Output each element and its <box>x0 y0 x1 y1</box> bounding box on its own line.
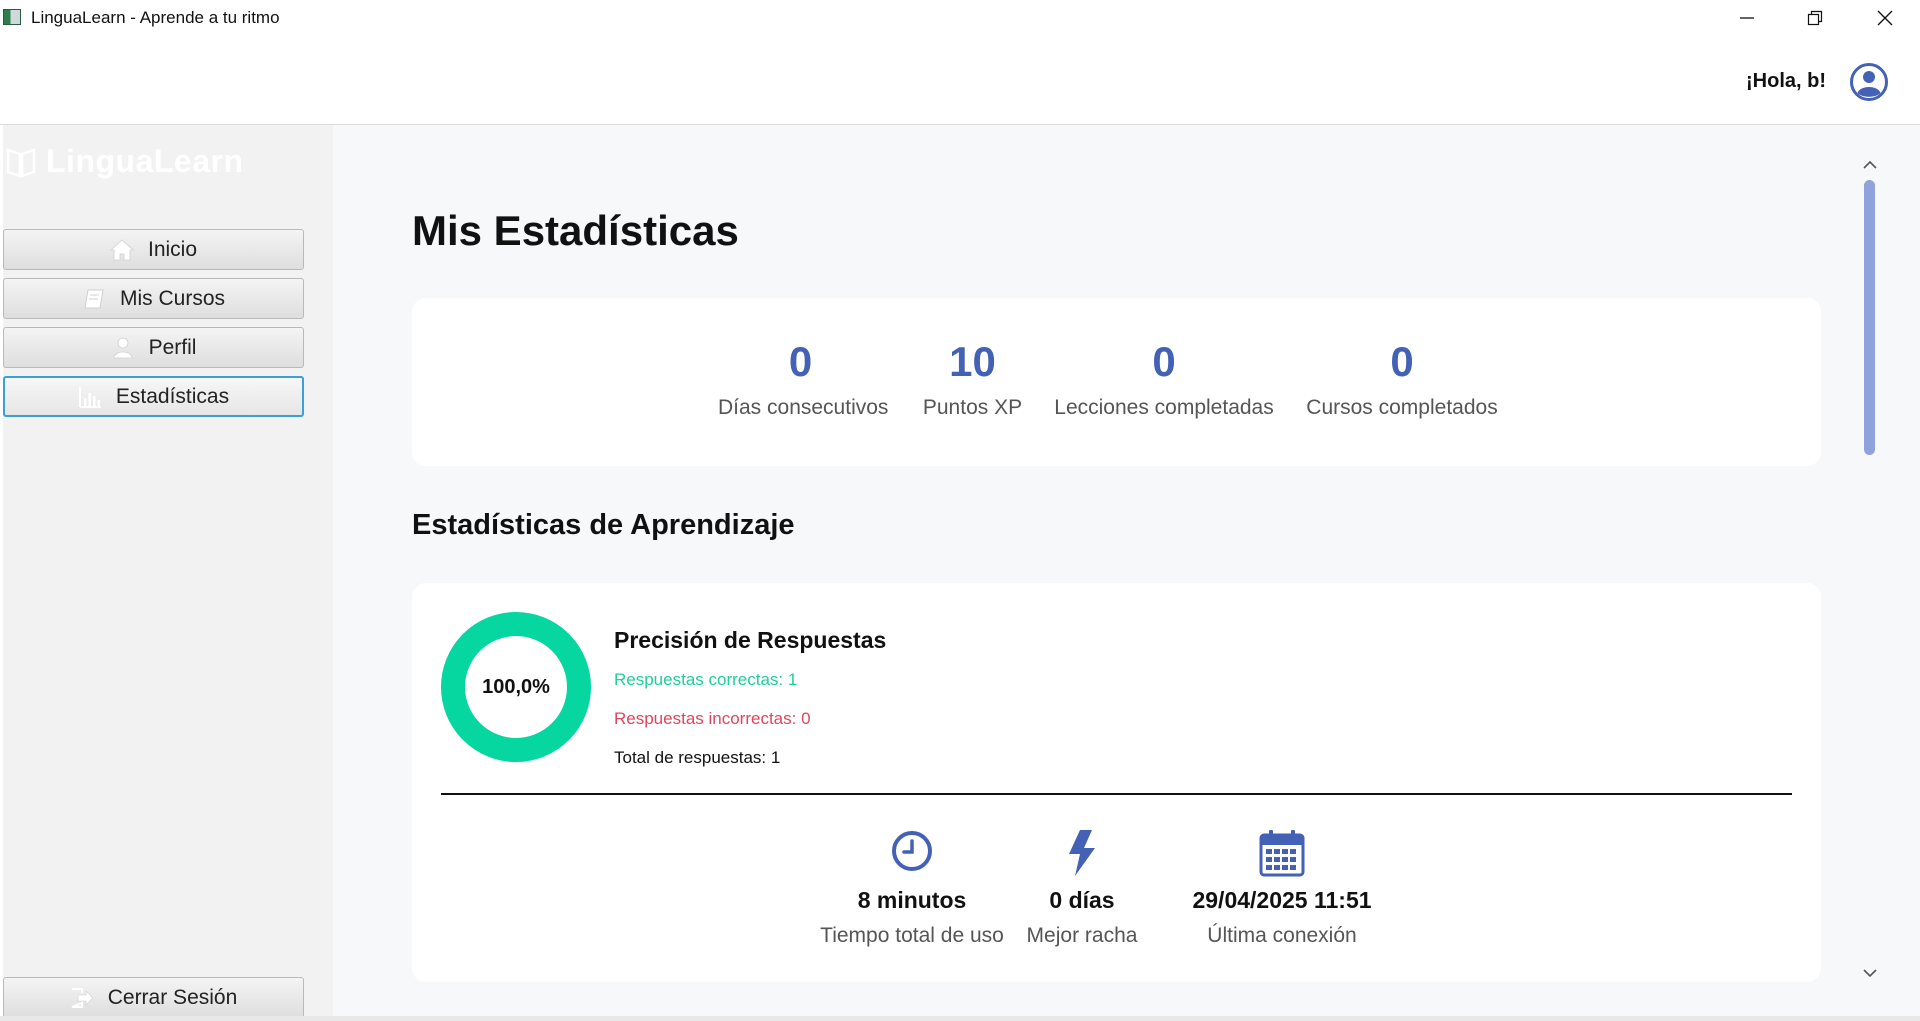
bottom-edge <box>0 1016 1920 1021</box>
scroll-down-button[interactable] <box>1860 965 1880 981</box>
stat-value: 0 <box>788 338 813 385</box>
stat-lecciones-completadas: 0 Lecciones completadas <box>1054 338 1274 420</box>
stat-value: 0 <box>1390 338 1414 385</box>
stat-label: Puntos XP <box>922 396 1023 419</box>
stat-label: Días consecutivos <box>718 396 889 419</box>
brand-logo: LinguaLearn <box>6 143 244 180</box>
metric-value: 8 minutos <box>857 887 967 913</box>
restore-icon <box>1807 10 1823 26</box>
book-icon <box>84 289 104 308</box>
stat-value: 0 <box>1152 338 1176 385</box>
sidebar-item-mis-cursos[interactable]: Mis Cursos <box>3 278 304 319</box>
metric-value: 0 días <box>1049 887 1115 913</box>
logout-button[interactable]: Cerrar Sesión <box>3 977 304 1018</box>
metric-label: Mejor racha <box>1026 924 1138 947</box>
home-icon <box>109 238 134 260</box>
metric-ultima-conexion: 29/04/2025 11:51 Última conexión <box>1172 829 1392 948</box>
total-answers: Total de respuestas: 1 <box>614 748 781 767</box>
summary-card: 0 Días consecutivos 10 Puntos XP 0 Lecci… <box>412 298 1821 466</box>
app-header: ¡Hola, b! <box>0 36 1920 125</box>
sidebar-item-label: Perfil <box>148 335 197 359</box>
logout-label: Cerrar Sesión <box>107 985 238 1009</box>
accuracy-percent: 100,0% <box>482 675 550 698</box>
learning-stats-card: 100,0% Precisión de Respuestas Respuesta… <box>412 583 1821 982</box>
metric-label: Tiempo total de uso <box>820 924 1004 947</box>
stat-cursos-completados: 0 Cursos completados <box>1302 338 1502 420</box>
close-button[interactable] <box>1850 0 1920 36</box>
divider <box>441 793 1792 795</box>
sidebar-item-inicio[interactable]: Inicio <box>3 229 304 270</box>
restore-button[interactable] <box>1780 0 1850 36</box>
metric-value: 29/04/2025 11:51 <box>1192 887 1372 913</box>
clock-icon <box>892 831 932 871</box>
stat-dias-consecutivos: 0 Días consecutivos <box>718 338 889 420</box>
minimize-button[interactable] <box>1712 0 1782 36</box>
minimize-icon <box>1740 17 1754 19</box>
lightning-icon <box>1069 830 1095 876</box>
precision-title: Precisión de Respuestas <box>614 627 887 653</box>
sidebar-item-perfil[interactable]: Perfil <box>3 327 304 368</box>
page-title: Mis Estadísticas <box>412 207 739 254</box>
metric-tiempo-total: 8 minutos Tiempo total de uso <box>812 829 1012 948</box>
metric-label: Última conexión <box>1207 924 1357 947</box>
stat-value: 10 <box>949 338 996 385</box>
brand-name: LinguaLearn <box>46 143 244 179</box>
logout-icon <box>71 987 94 1008</box>
close-icon <box>1877 10 1893 26</box>
incorrect-answers: Respuestas incorrectas: 0 <box>614 709 811 728</box>
user-icon <box>113 337 132 358</box>
metric-mejor-racha: 0 días Mejor racha <box>1022 829 1142 948</box>
avatar-icon[interactable] <box>1849 62 1889 102</box>
window-title-bar: LinguaLearn - Aprende a tu ritmo <box>0 0 1920 36</box>
sidebar-item-estadisticas[interactable]: Estadísticas <box>3 376 304 417</box>
stat-label: Cursos completados <box>1306 396 1498 419</box>
correct-answers: Respuestas correctas: 1 <box>614 670 798 689</box>
stat-puntos-xp: 10 Puntos XP <box>910 338 1035 420</box>
scrollbar-thumb[interactable] <box>1864 180 1875 455</box>
main-content: Mis Estadísticas 0 Días consecutivos 10 … <box>333 125 1920 1021</box>
sidebar-item-label: Estadísticas <box>115 384 230 408</box>
scroll-up-button[interactable] <box>1860 157 1880 173</box>
section-title: Estadísticas de Aprendizaje <box>412 509 795 541</box>
calendar-icon <box>1259 830 1305 877</box>
sidebar-item-label: Inicio <box>147 237 198 261</box>
greeting-text: ¡Hola, b! <box>1746 70 1826 92</box>
sidebar-item-label: Mis Cursos <box>119 286 225 310</box>
app-icon <box>3 9 21 25</box>
window-title: LinguaLearn - Aprende a tu ritmo <box>31 8 280 27</box>
brand-icon <box>6 147 36 178</box>
sidebar: LinguaLearn Inicio Mis Cursos Perfil Est… <box>3 125 333 1021</box>
bar-chart-icon <box>78 386 101 408</box>
stat-label: Lecciones completadas <box>1054 396 1274 419</box>
